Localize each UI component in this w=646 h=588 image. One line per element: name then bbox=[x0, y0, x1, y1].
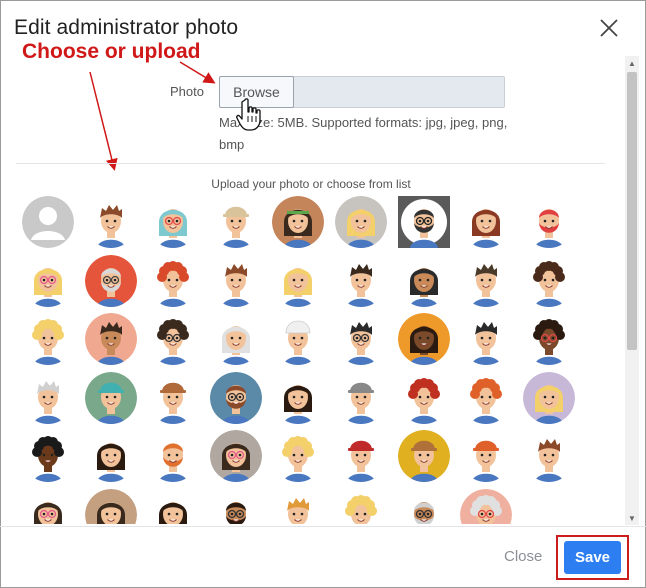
avatar-option[interactable] bbox=[397, 430, 450, 482]
divider bbox=[16, 163, 605, 164]
avatar-option[interactable] bbox=[522, 313, 575, 365]
avatar-option[interactable] bbox=[335, 254, 387, 307]
avatar-option[interactable] bbox=[272, 488, 325, 524]
avatar-option[interactable] bbox=[272, 371, 325, 424]
avatar-option[interactable] bbox=[147, 430, 200, 482]
avatar-option[interactable] bbox=[272, 254, 325, 307]
avatar-option[interactable] bbox=[22, 254, 74, 307]
scrollbar[interactable]: ▲ ▼ bbox=[625, 56, 639, 525]
avatar-option[interactable] bbox=[84, 313, 137, 365]
avatar-option[interactable] bbox=[397, 196, 450, 248]
avatar-option[interactable] bbox=[147, 254, 200, 307]
avatar-option[interactable] bbox=[460, 196, 513, 248]
avatar-option[interactable] bbox=[335, 371, 387, 424]
avatar-option[interactable] bbox=[272, 313, 325, 365]
avatar-option[interactable] bbox=[84, 430, 137, 482]
avatar-option[interactable] bbox=[22, 488, 74, 524]
avatar-option[interactable] bbox=[209, 196, 262, 248]
avatar-option[interactable] bbox=[522, 430, 575, 482]
scroll-down-icon[interactable]: ▼ bbox=[625, 511, 639, 525]
avatar-option[interactable] bbox=[397, 313, 450, 365]
avatar-option[interactable] bbox=[460, 371, 513, 424]
avatar-option[interactable] bbox=[84, 196, 137, 248]
avatar-option[interactable] bbox=[397, 371, 450, 424]
avatar-option[interactable] bbox=[22, 430, 74, 482]
hand-cursor-icon bbox=[236, 98, 261, 131]
avatar-option[interactable] bbox=[460, 254, 513, 307]
avatar-option[interactable] bbox=[84, 488, 137, 524]
annotation-label: Choose or upload bbox=[22, 40, 201, 63]
avatar-option[interactable] bbox=[397, 488, 450, 524]
avatar-option[interactable] bbox=[147, 196, 200, 248]
avatar-option[interactable] bbox=[272, 196, 325, 248]
avatar-option[interactable] bbox=[522, 371, 575, 424]
close-button[interactable]: Close bbox=[504, 548, 542, 565]
scroll-up-icon[interactable]: ▲ bbox=[625, 56, 639, 70]
avatar-option[interactable] bbox=[209, 430, 262, 482]
scroll-thumb[interactable] bbox=[627, 72, 637, 350]
footer-divider bbox=[0, 526, 646, 527]
avatar-option[interactable] bbox=[147, 313, 200, 365]
avatar-option[interactable] bbox=[460, 313, 513, 365]
avatar-option[interactable] bbox=[272, 430, 325, 482]
avatar-option[interactable] bbox=[460, 488, 513, 524]
avatar-option[interactable] bbox=[522, 254, 575, 307]
avatar-option[interactable] bbox=[209, 254, 262, 307]
save-button[interactable]: Save bbox=[564, 541, 621, 574]
upload-caption: Upload your photo or choose from list bbox=[211, 177, 411, 191]
avatar-option[interactable] bbox=[209, 488, 262, 524]
avatar-option[interactable] bbox=[335, 313, 387, 365]
avatar-option[interactable] bbox=[84, 254, 137, 307]
avatar-grid bbox=[14, 192, 614, 524]
avatar-option[interactable] bbox=[22, 371, 74, 424]
avatar-option[interactable] bbox=[209, 313, 262, 365]
avatar-option[interactable] bbox=[335, 196, 387, 248]
avatar-option[interactable] bbox=[335, 430, 387, 482]
avatar-option[interactable] bbox=[460, 430, 513, 482]
avatar-option[interactable] bbox=[22, 196, 74, 248]
avatar-option[interactable] bbox=[209, 371, 262, 424]
avatar-option[interactable] bbox=[22, 313, 74, 365]
avatar-option[interactable] bbox=[335, 488, 387, 524]
avatar-option[interactable] bbox=[397, 254, 450, 307]
avatar-option[interactable] bbox=[84, 371, 137, 424]
photo-label: Photo bbox=[170, 84, 204, 99]
avatar-option[interactable] bbox=[147, 488, 200, 524]
dialog-title: Edit administrator photo bbox=[14, 16, 239, 39]
avatar-option[interactable] bbox=[147, 371, 200, 424]
close-icon[interactable] bbox=[598, 17, 620, 39]
avatar-option[interactable] bbox=[522, 196, 575, 248]
